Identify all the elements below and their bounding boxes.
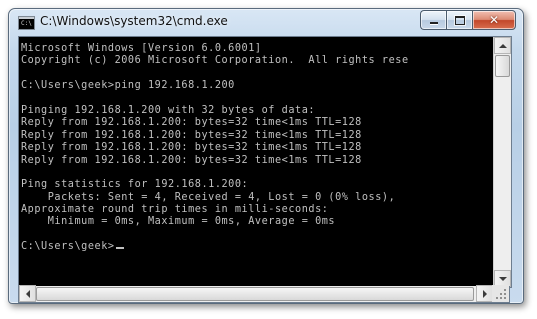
arrow-down-icon: [498, 276, 507, 281]
cmd-window: C:\ C:\Windows\system32\cmd.exe ✕ Micros…: [8, 8, 524, 304]
vertical-scrollbar[interactable]: [493, 37, 511, 287]
console-line: Reply from 192.168.1.200: bytes=32 time<…: [21, 142, 362, 154]
text-cursor: [115, 247, 124, 250]
maximize-button[interactable]: [446, 10, 472, 30]
maximize-icon: [454, 15, 465, 25]
console-line: Reply from 192.168.1.200: bytes=32 time<…: [21, 129, 362, 141]
minimize-button[interactable]: [420, 10, 446, 30]
console-line: Reply from 192.168.1.200: bytes=32 time<…: [21, 117, 362, 129]
console-line: Packets: Sent = 4, Received = 4, Lost = …: [21, 191, 396, 203]
cmd-icon[interactable]: C:\: [18, 16, 35, 30]
console-line: Copyright (c) 2006 Microsoft Corporation…: [21, 55, 409, 67]
window-controls: ✕: [420, 10, 516, 30]
console-line: C:\Users\geek>ping 192.168.1.200: [21, 80, 235, 92]
console-output[interactable]: Microsoft Windows [Version 6.0.6001] Copy…: [18, 36, 512, 288]
console-line: Ping statistics for 192.168.1.200:: [21, 179, 249, 191]
console-line: Approximate round trip times in milli-se…: [21, 204, 329, 216]
console-line: Pinging 192.168.1.200 with 32 bytes of d…: [21, 104, 316, 116]
window-title: C:\Windows\system32\cmd.exe: [40, 14, 228, 28]
console-line: Minimum = 0ms, Maximum = 0ms, Average = …: [21, 216, 336, 228]
cmd-icon-glyph: C:\: [21, 20, 32, 27]
console-line: Reply from 192.168.1.200: bytes=32 time<…: [21, 154, 362, 166]
console-line: Microsoft Windows [Version 6.0.6001]: [21, 43, 262, 54]
vertical-scroll-thumb[interactable]: [495, 55, 510, 77]
scroll-up-button[interactable]: [494, 37, 511, 54]
title-bar[interactable]: C:\ C:\Windows\system32\cmd.exe ✕: [9, 9, 523, 36]
arrow-left-icon: [25, 289, 30, 298]
close-button[interactable]: ✕: [472, 10, 516, 30]
horizontal-scroll-thumb[interactable]: [36, 287, 474, 301]
horizontal-scrollbar[interactable]: [18, 285, 510, 303]
resize-grip-icon[interactable]: [492, 285, 509, 302]
arrow-up-icon: [498, 43, 507, 48]
close-icon: ✕: [488, 12, 500, 27]
scroll-right-button[interactable]: [476, 285, 493, 302]
minimize-icon: [429, 22, 438, 24]
console-line: C:\Users\geek>: [21, 241, 491, 253]
console-text: Microsoft Windows [Version 6.0.6001] Copy…: [21, 43, 491, 254]
scroll-left-button[interactable]: [19, 285, 36, 302]
arrow-right-icon: [482, 289, 487, 298]
